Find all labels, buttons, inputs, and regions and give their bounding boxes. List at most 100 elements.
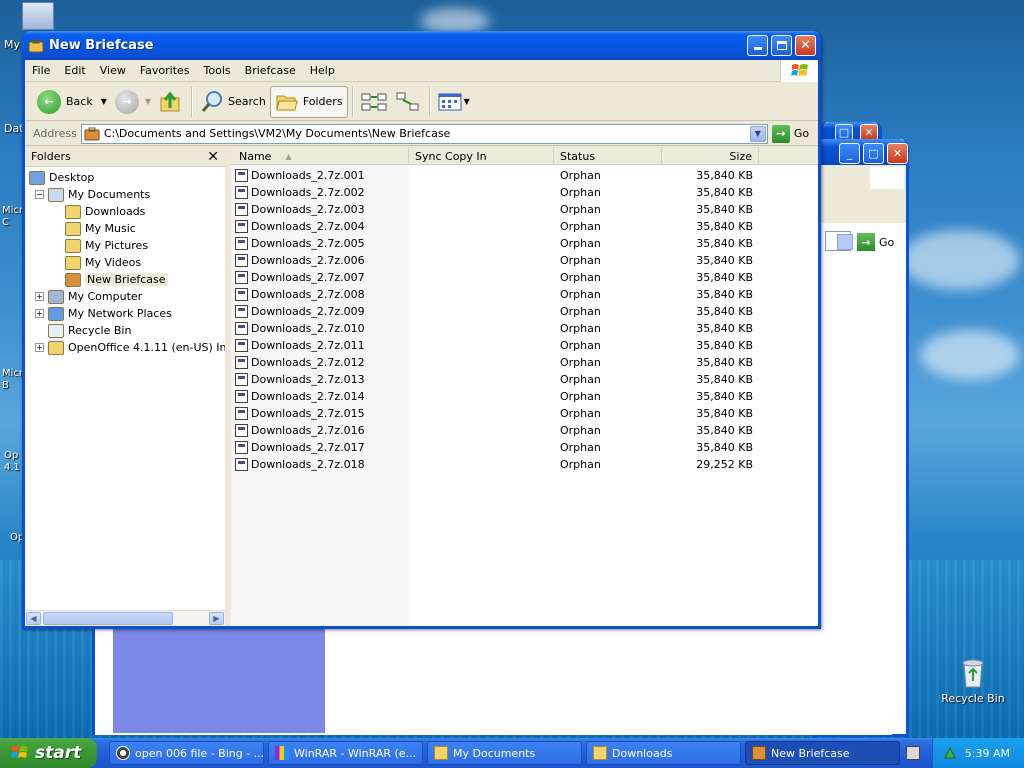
table-row[interactable]: Downloads_2.7z.004 Orphan 35,840 KB (231, 218, 759, 235)
tree-item[interactable]: New Briefcase (65, 271, 168, 288)
size-cell: 35,840 KB (696, 203, 753, 216)
minimize-icon[interactable]: _ (839, 143, 860, 164)
table-row[interactable]: Downloads_2.7z.017 Orphan 35,840 KB (231, 439, 759, 456)
column-sync-copy-in[interactable]: Sync Copy In (409, 147, 554, 165)
title-bar[interactable]: New Briefcase ✕ (22, 31, 821, 60)
table-row[interactable]: Downloads_2.7z.001 Orphan 35,840 KB (231, 167, 759, 184)
close-button[interactable]: ✕ (795, 35, 816, 56)
column-size[interactable]: Size (662, 147, 759, 165)
maximize-icon[interactable]: □ (863, 143, 884, 164)
file-name-cell: Downloads_2.7z.009 (231, 305, 409, 318)
search-button[interactable]: Search (196, 86, 270, 118)
status-cell: Orphan (560, 407, 601, 420)
forward-dropdown-icon[interactable]: ▼ (145, 97, 151, 106)
expand-icon[interactable]: + (35, 309, 44, 318)
address-dropdown-icon[interactable]: ▼ (749, 125, 766, 142)
task-downloads[interactable]: Downloads (586, 741, 741, 765)
expand-icon[interactable]: + (35, 292, 44, 301)
tree-item[interactable]: Downloads (65, 203, 145, 220)
browser-icon (116, 746, 130, 760)
menu-tools[interactable]: Tools (197, 64, 238, 77)
tree-item[interactable]: + My Computer (35, 288, 142, 305)
briefcase-icon (28, 39, 44, 52)
table-row[interactable]: Downloads_2.7z.018 Orphan 29,252 KB (231, 456, 759, 473)
tree-item[interactable]: Desktop (29, 169, 94, 186)
column-name[interactable]: Name ▲ (231, 147, 409, 165)
back-button[interactable]: ← Back ▼ (33, 86, 111, 118)
folders-button[interactable]: Folders (269, 85, 348, 118)
menu-edit[interactable]: Edit (57, 64, 92, 77)
up-folder-button[interactable] (155, 86, 187, 118)
explorer-window[interactable]: New Briefcase ✕ File Edit View Favorites… (22, 31, 821, 629)
table-row[interactable]: Downloads_2.7z.011 Orphan 35,840 KB (231, 337, 759, 354)
table-row[interactable]: Downloads_2.7z.016 Orphan 35,840 KB (231, 422, 759, 439)
maximize-button[interactable] (771, 35, 792, 56)
task-bing[interactable]: open 006 file - Bing - ... (109, 741, 264, 765)
collapse-icon[interactable]: − (35, 190, 44, 199)
views-button[interactable]: ▼ (434, 86, 474, 118)
table-row[interactable]: Downloads_2.7z.005 Orphan 35,840 KB (231, 235, 759, 252)
table-row[interactable]: Downloads_2.7z.009 Orphan 35,840 KB (231, 303, 759, 320)
address-bar: Address C:\Documents and Settings\VM2\My… (25, 122, 818, 146)
table-row[interactable]: Downloads_2.7z.006 Orphan 35,840 KB (231, 252, 759, 269)
forward-button[interactable]: → ▼ (111, 86, 155, 118)
folder-icon (593, 746, 607, 760)
start-button[interactable]: start (0, 738, 97, 768)
archive-file-icon (235, 237, 248, 250)
close-icon[interactable]: ✕ (887, 143, 908, 164)
archive-file-icon (235, 407, 248, 420)
folders-pane-header: Folders ✕ (25, 147, 225, 167)
go-button[interactable]: → Go (857, 233, 894, 251)
tree-item[interactable]: My Music (65, 220, 136, 237)
clock[interactable]: 5:39 AM (965, 747, 1010, 760)
menu-file[interactable]: File (25, 64, 57, 77)
minimize-button[interactable] (747, 35, 768, 56)
column-status[interactable]: Status (554, 147, 662, 165)
table-row[interactable]: Downloads_2.7z.012 Orphan 35,840 KB (231, 354, 759, 371)
network-places-icon (48, 306, 64, 321)
archive-file-icon (235, 424, 248, 437)
task-winrar[interactable]: WinRAR - WinRAR (e... (268, 741, 423, 765)
file-name: Downloads_2.7z.017 (251, 441, 365, 454)
file-name-cell: Downloads_2.7z.012 (231, 356, 409, 369)
task-new-briefcase[interactable]: New Briefcase (745, 741, 900, 765)
menu-favorites[interactable]: Favorites (133, 64, 197, 77)
tree-item[interactable]: Recycle Bin (35, 322, 131, 339)
address-dropdown-icon[interactable] (837, 234, 853, 250)
task-my-documents[interactable]: My Documents (427, 741, 582, 765)
my-computer-desktop-icon[interactable] (22, 2, 54, 30)
table-row[interactable]: Downloads_2.7z.008 Orphan 35,840 KB (231, 286, 759, 303)
scroll-left-icon[interactable]: ◀ (26, 612, 41, 625)
recycle-bin-desktop[interactable]: Recycle Bin (938, 655, 1008, 705)
tree-item[interactable]: My Pictures (65, 237, 148, 254)
scroll-right-icon[interactable]: ▶ (209, 612, 224, 625)
menu-view[interactable]: View (93, 64, 133, 77)
tree-item[interactable]: + My Network Places (35, 305, 172, 322)
go-button[interactable]: → Go (771, 124, 809, 143)
table-row[interactable]: Downloads_2.7z.010 Orphan 35,840 KB (231, 320, 759, 337)
keyboard-icon[interactable] (906, 746, 920, 760)
update-all-button[interactable] (357, 86, 391, 118)
close-pane-icon[interactable]: ✕ (207, 149, 219, 165)
table-row[interactable]: Downloads_2.7z.007 Orphan 35,840 KB (231, 269, 759, 286)
background-window-bottom[interactable] (92, 625, 892, 735)
scrollbar-thumb[interactable] (43, 612, 173, 625)
horizontal-scrollbar[interactable]: ◀ ▶ (25, 610, 225, 626)
address-input[interactable]: C:\Documents and Settings\VM2\My Documen… (80, 123, 768, 144)
back-dropdown-icon[interactable]: ▼ (101, 97, 107, 106)
table-row[interactable]: Downloads_2.7z.002 Orphan 35,840 KB (231, 184, 759, 201)
network-icon[interactable] (943, 746, 957, 760)
menu-briefcase[interactable]: Briefcase (238, 64, 303, 77)
table-row[interactable]: Downloads_2.7z.014 Orphan 35,840 KB (231, 388, 759, 405)
update-selection-button[interactable] (391, 86, 425, 118)
table-row[interactable]: Downloads_2.7z.003 Orphan 35,840 KB (231, 201, 759, 218)
tree-item-label: My Videos (85, 256, 142, 269)
tree-item[interactable]: + OpenOffice 4.1.11 (en-US) Insta (35, 339, 225, 356)
table-row[interactable]: Downloads_2.7z.013 Orphan 35,840 KB (231, 371, 759, 388)
menu-help[interactable]: Help (303, 64, 342, 77)
expand-icon[interactable]: + (35, 343, 44, 352)
views-dropdown-icon[interactable]: ▼ (464, 97, 470, 106)
table-row[interactable]: Downloads_2.7z.015 Orphan 35,840 KB (231, 405, 759, 422)
tree-item[interactable]: − My Documents (35, 186, 150, 203)
tree-item[interactable]: My Videos (65, 254, 141, 271)
